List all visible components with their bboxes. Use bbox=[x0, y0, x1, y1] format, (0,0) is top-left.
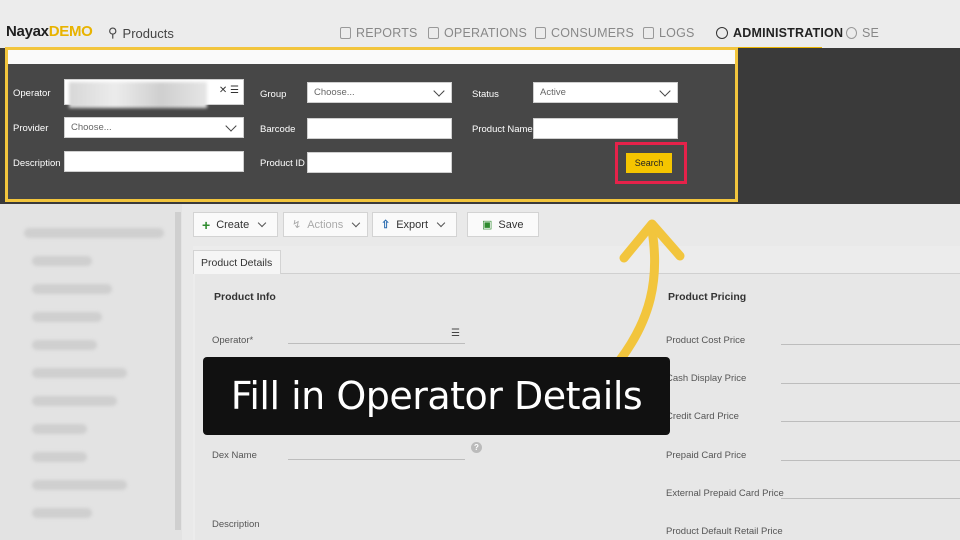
filter-top-strip bbox=[8, 50, 735, 64]
clear-list-icon[interactable]: ✕ ☰ bbox=[219, 85, 239, 96]
dex-name-field[interactable] bbox=[288, 459, 465, 460]
save-label: Save bbox=[498, 218, 524, 231]
sidebar-item[interactable] bbox=[24, 228, 164, 238]
sidebar-item[interactable] bbox=[32, 284, 112, 294]
sidebar-item[interactable] bbox=[32, 312, 102, 322]
credit-card-price-field[interactable] bbox=[781, 421, 960, 422]
cash-display-price-field[interactable] bbox=[781, 383, 960, 384]
prepaid-card-price-label: Prepaid Card Price bbox=[666, 450, 747, 461]
status-label: Status bbox=[472, 89, 499, 100]
breadcrumb: ⚲ Products bbox=[108, 25, 174, 41]
save-icon: ▣ bbox=[482, 219, 493, 231]
operator-field-label: Operator* bbox=[212, 335, 254, 346]
operator-input[interactable]: ✕ ☰ bbox=[64, 79, 244, 108]
nav-administration[interactable]: ADMINISTRATION bbox=[716, 24, 843, 42]
nav-reports[interactable]: REPORTS bbox=[340, 24, 418, 42]
description-field-label: Description bbox=[212, 519, 260, 530]
plus-icon: + bbox=[202, 216, 211, 233]
nav-settings[interactable]: SE bbox=[846, 24, 879, 42]
external-prepaid-price-field[interactable] bbox=[781, 498, 960, 499]
create-label: Create bbox=[216, 218, 250, 231]
product-id-label: Product ID bbox=[260, 158, 305, 169]
nav-operations-label: OPERATIONS bbox=[444, 26, 528, 40]
lightning-icon: ↯ bbox=[292, 219, 302, 231]
group-select[interactable]: Choose... bbox=[307, 82, 452, 103]
sidebar-item[interactable] bbox=[32, 424, 87, 434]
chevron-down-icon bbox=[257, 218, 267, 228]
annotation-arrow-icon bbox=[615, 219, 685, 365]
barcode-label: Barcode bbox=[260, 124, 296, 135]
sidebar-item[interactable] bbox=[32, 340, 97, 350]
list-icon bbox=[643, 27, 654, 39]
product-name-label: Product Name bbox=[472, 124, 533, 135]
sidebar-item[interactable] bbox=[32, 368, 127, 378]
chevron-down-icon bbox=[659, 85, 671, 97]
upload-icon: ⇧ bbox=[381, 219, 391, 231]
lock-icon: ⚲ bbox=[108, 25, 118, 40]
sidebar-tree bbox=[0, 204, 182, 540]
nav-settings-label: SE bbox=[862, 26, 880, 40]
sidebar-item[interactable] bbox=[32, 256, 92, 266]
sidebar-item[interactable] bbox=[32, 396, 117, 406]
phone-icon bbox=[428, 27, 439, 39]
provider-label: Provider bbox=[13, 123, 49, 134]
dial-icon bbox=[716, 27, 728, 39]
tab-product-details[interactable]: Product Details bbox=[193, 250, 281, 274]
default-retail-price-label: Product Default Retail Price bbox=[666, 526, 783, 537]
provider-select-value: Choose... bbox=[71, 122, 112, 133]
operator-value-redacted bbox=[69, 82, 207, 108]
group-select-value: Choose... bbox=[314, 87, 355, 98]
annotation-caption: Fill in Operator Details bbox=[203, 357, 670, 435]
nav-consumers-label: CONSUMERS bbox=[551, 26, 635, 40]
product-name-input[interactable] bbox=[533, 118, 678, 139]
gear-icon bbox=[846, 27, 857, 39]
product-info-heading: Product Info bbox=[214, 291, 276, 303]
description-input[interactable] bbox=[64, 151, 244, 172]
external-prepaid-price-label: External Prepaid Card Price bbox=[666, 488, 784, 499]
sidebar-scrollbar[interactable] bbox=[175, 212, 181, 530]
create-button[interactable]: + Create bbox=[193, 212, 278, 237]
cost-price-field[interactable] bbox=[781, 344, 960, 345]
chevron-down-icon bbox=[433, 85, 445, 97]
nav-administration-label: ADMINISTRATION bbox=[733, 26, 844, 40]
operator-label: Operator bbox=[13, 88, 51, 99]
nav-logs-label: LOGS bbox=[659, 26, 695, 40]
provider-select[interactable]: Choose... bbox=[64, 117, 244, 138]
chevron-down-icon bbox=[436, 218, 446, 228]
sidebar-item[interactable] bbox=[32, 452, 87, 462]
status-select[interactable]: Active bbox=[533, 82, 678, 103]
logo-main: Nayax bbox=[6, 23, 49, 40]
actions-label: Actions bbox=[307, 218, 344, 231]
description-label: Description bbox=[13, 158, 61, 169]
chevron-down-icon bbox=[225, 120, 237, 132]
status-select-value: Active bbox=[540, 87, 566, 98]
nav-logs[interactable]: LOGS bbox=[643, 24, 695, 42]
product-id-input[interactable] bbox=[307, 152, 452, 173]
actions-button[interactable]: ↯ Actions bbox=[283, 212, 368, 237]
list-icon[interactable]: ☰ bbox=[451, 328, 460, 339]
prepaid-card-price-field[interactable] bbox=[781, 460, 960, 461]
group-label: Group bbox=[260, 89, 287, 100]
sidebar-item[interactable] bbox=[32, 508, 92, 518]
export-label: Export bbox=[396, 218, 429, 231]
save-button[interactable]: ▣ Save bbox=[467, 212, 539, 237]
export-button[interactable]: ⇧ Export bbox=[372, 212, 457, 237]
barcode-input[interactable] bbox=[307, 118, 452, 139]
person-card-icon bbox=[535, 27, 546, 39]
help-icon[interactable]: ? bbox=[471, 442, 482, 453]
search-button[interactable]: Search bbox=[626, 153, 672, 173]
logo-demo: DEMO bbox=[48, 23, 93, 40]
document-icon bbox=[340, 27, 351, 39]
nav-consumers[interactable]: CONSUMERS bbox=[535, 24, 634, 42]
nayax-logo[interactable]: NayaxDEMO bbox=[6, 23, 93, 40]
breadcrumb-products: Products bbox=[122, 25, 174, 41]
nav-reports-label: REPORTS bbox=[356, 26, 418, 40]
sidebar-item[interactable] bbox=[32, 480, 127, 490]
chevron-down-icon bbox=[352, 218, 361, 228]
credit-card-price-label: Credit Card Price bbox=[666, 411, 739, 422]
dex-name-label: Dex Name bbox=[212, 450, 257, 461]
operator-field[interactable] bbox=[288, 343, 465, 344]
nav-operations[interactable]: OPERATIONS bbox=[428, 24, 527, 42]
search-highlight-box: Search bbox=[615, 142, 687, 184]
